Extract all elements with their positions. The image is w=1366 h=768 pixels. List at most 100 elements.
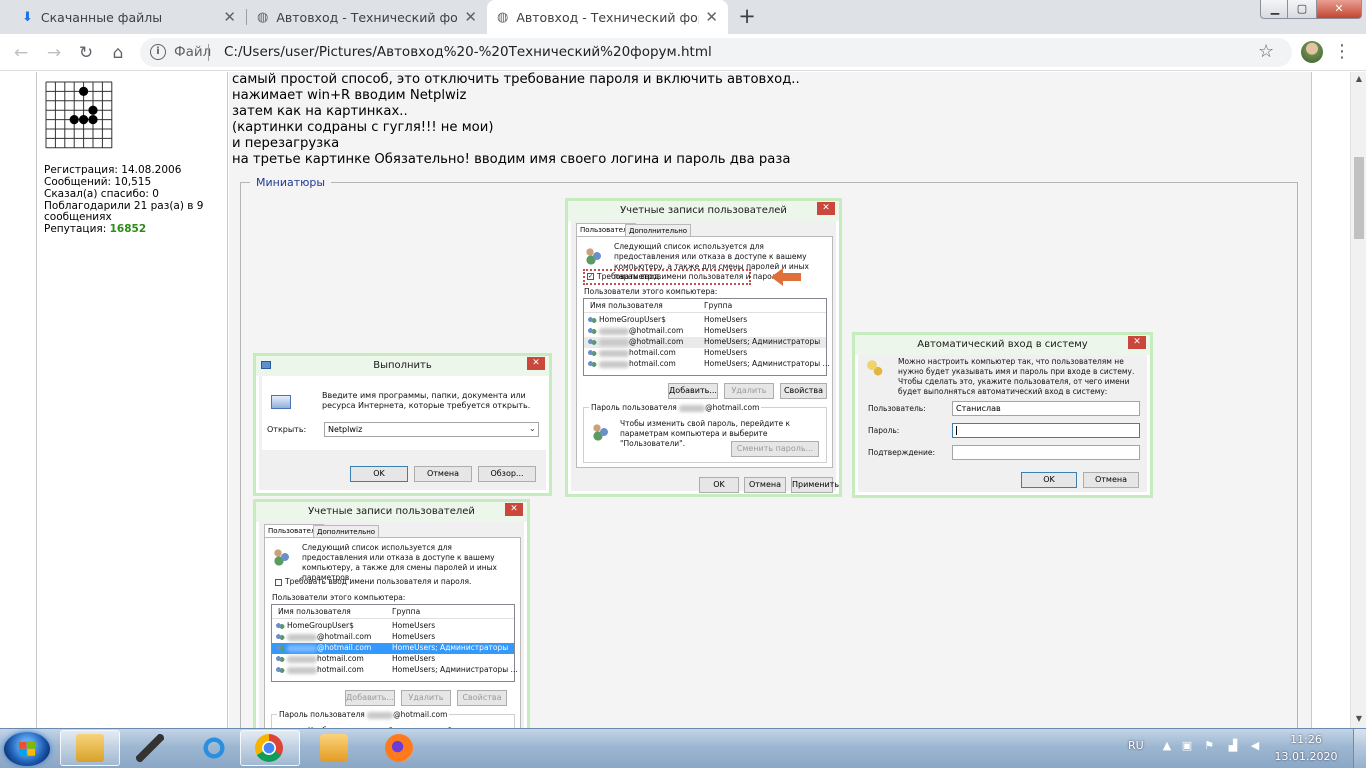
- globe-icon: ◍: [497, 9, 509, 25]
- key-user-icon: [591, 421, 611, 441]
- dialog-body: Пользователи Дополнительно Следующий спи…: [571, 221, 839, 493]
- forward-button[interactable]: →: [42, 41, 66, 65]
- scroll-down-icon[interactable]: ▼: [1353, 714, 1365, 723]
- run-icon: [271, 395, 291, 409]
- run-app-icon: [261, 361, 271, 369]
- list-item: @hotmail.com HomeUsers: [584, 326, 826, 337]
- close-tab-icon[interactable]: ✕: [464, 8, 477, 26]
- tray-device-icon[interactable]: ▣: [1180, 739, 1194, 753]
- remove-user-button: Удалить: [724, 383, 774, 399]
- tab-downloads[interactable]: ⬇ Скачанные файлы ✕: [0, 0, 246, 34]
- browser-toolbar: ← → ↻ ⌂ i Файл C:/Users/user/Pictures/Ав…: [0, 34, 1366, 71]
- user-messages: Сообщений: 10,515: [44, 176, 152, 188]
- thumbnail-accounts-dialog-2[interactable]: Учетные записи пользователей ✕ Пользоват…: [253, 499, 530, 728]
- minimize-button[interactable]: ▁: [1260, 0, 1290, 19]
- profile-avatar[interactable]: [1301, 41, 1323, 63]
- autologon-cancel-button: Отмена: [1083, 472, 1139, 488]
- folder-icon: [76, 734, 104, 762]
- reputation-label: Репутация:: [44, 223, 107, 235]
- new-tab-button[interactable]: +: [734, 5, 760, 29]
- tab-panel: Следующий список используется для предос…: [576, 236, 833, 468]
- thumbnail-run-dialog[interactable]: Выполнить ✕ Введите имя программы, папки…: [253, 353, 552, 496]
- clock-date[interactable]: 13.01.2020: [1274, 750, 1338, 763]
- dialog-title: Учетные записи пользователей: [568, 201, 839, 221]
- dialog-body: Можно настроить компьютер так, что польз…: [858, 355, 1147, 492]
- download-icon: ⬇: [22, 9, 33, 25]
- info-icon[interactable]: i: [150, 44, 166, 60]
- thumbnail-accounts-dialog[interactable]: Учетные записи пользователей ✕ Пользоват…: [565, 198, 842, 497]
- tray-flag-icon[interactable]: ⚑: [1202, 739, 1216, 753]
- change-password-button: Сменить пароль...: [731, 441, 819, 457]
- user-info-cell: Регистрация: 14.08.2006 Сообщений: 10,51…: [36, 72, 228, 728]
- apply-button: Применить: [791, 477, 839, 493]
- ok-button: OK: [699, 477, 739, 493]
- tray-up-arrow-icon[interactable]: ▲: [1160, 739, 1174, 753]
- password-group-label: Пароль пользователя @hotmail.com: [589, 403, 762, 413]
- password-group-label: Пароль пользователя @hotmail.com: [277, 710, 450, 720]
- reload-button[interactable]: ↻: [74, 41, 98, 65]
- require-password-checkbox: ✓: [587, 273, 594, 280]
- dialog-close-icon: ✕: [505, 503, 523, 516]
- omnibox-separator: [208, 44, 209, 61]
- bookmark-star-icon[interactable]: ☆: [1258, 41, 1274, 62]
- microphone-icon: [136, 734, 164, 762]
- windows-logo-icon: [19, 742, 35, 756]
- col-group: Группа: [704, 301, 733, 310]
- vertical-scrollbar[interactable]: ▲ ▼: [1350, 72, 1366, 728]
- dialog-title: Автоматический вход в систему: [855, 335, 1150, 355]
- firefox-icon: [385, 734, 413, 762]
- address-bar[interactable]: i Файл C:/Users/user/Pictures/Автовход%2…: [140, 38, 1292, 67]
- cancel-button: Отмена: [744, 477, 786, 493]
- globe-icon: ◍: [257, 9, 269, 25]
- run-open-input: Netplwiz: [324, 422, 539, 437]
- tab-forum-2-active[interactable]: ◍ Автовход - Технический форум ✕: [487, 0, 728, 34]
- tab-title: Автовход - Технический форум: [516, 9, 699, 25]
- clock-time[interactable]: 11:26: [1274, 733, 1338, 746]
- list-item: @hotmail.com HomeUsers: [272, 632, 514, 643]
- col-name: Имя пользователя: [590, 301, 663, 310]
- thumbnail-autologon-dialog[interactable]: Автоматический вход в систему ✕ Можно на…: [852, 332, 1153, 498]
- autologon-password-label: Пароль:: [868, 426, 900, 435]
- back-button[interactable]: ←: [9, 41, 33, 65]
- tray-network-icon[interactable]: ▟: [1226, 739, 1240, 753]
- properties-button: Свойства: [780, 383, 827, 399]
- thumbnails-legend: Миниатюры: [250, 176, 332, 189]
- post-line: и перезагрузка: [232, 136, 340, 151]
- dialog-close-icon: ✕: [1128, 336, 1146, 349]
- users-icon: [272, 546, 292, 566]
- autologon-user-input: Станислав: [952, 401, 1140, 416]
- user-avatar: [45, 81, 113, 149]
- dialog-title: Выполнить: [256, 356, 549, 376]
- autologon-confirm-input: [952, 445, 1140, 460]
- tray-volume-icon[interactable]: ◀: [1248, 739, 1262, 753]
- tab-forum-1[interactable]: ◍ Автовход - Технический форум ✕: [247, 0, 487, 34]
- maximize-button[interactable]: ▢: [1287, 0, 1317, 19]
- require-password-label: Требовать ввод имени пользователя и паро…: [597, 272, 784, 281]
- run-panel: [262, 376, 549, 450]
- scrollbar-thumb[interactable]: [1354, 157, 1364, 239]
- language-indicator[interactable]: RU: [1128, 739, 1144, 752]
- scroll-up-icon[interactable]: ▲: [1353, 74, 1365, 83]
- dialog-title: Учетные записи пользователей: [256, 502, 527, 522]
- url-text[interactable]: C:/Users/user/Pictures/Автовход%20-%20Те…: [224, 44, 712, 60]
- close-window-button[interactable]: ✕: [1316, 0, 1362, 19]
- tab-panel: Следующий список используется для предос…: [264, 537, 521, 728]
- home-button[interactable]: ⌂: [106, 41, 130, 65]
- autologon-confirm-label: Подтверждение:: [868, 448, 936, 457]
- close-tab-icon[interactable]: ✕: [705, 8, 718, 26]
- run-open-label: Открыть:: [267, 425, 307, 434]
- keys-icon: [865, 358, 885, 382]
- chrome-icon: [255, 734, 283, 762]
- page-content: Регистрация: 14.08.2006 Сообщений: 10,51…: [0, 72, 1350, 728]
- properties-button: Свойства: [457, 690, 507, 706]
- users-list: Имя пользователя Группа HomeGroupUser$ Ho…: [583, 298, 830, 376]
- menu-dots-icon[interactable]: ⋮: [1332, 41, 1352, 63]
- close-tab-icon[interactable]: ✕: [223, 8, 236, 26]
- remove-user-button: Удалить: [401, 690, 451, 706]
- list-header: Имя пользователя Группа: [584, 299, 826, 313]
- user-thanked-by-2: сообщениях: [44, 211, 112, 223]
- show-desktop-button[interactable]: [1353, 729, 1366, 768]
- run-description: Введите имя программы, папки, документа …: [322, 391, 531, 410]
- run-ok-button: OK: [350, 466, 408, 482]
- scheme-label: Файл: [174, 44, 212, 60]
